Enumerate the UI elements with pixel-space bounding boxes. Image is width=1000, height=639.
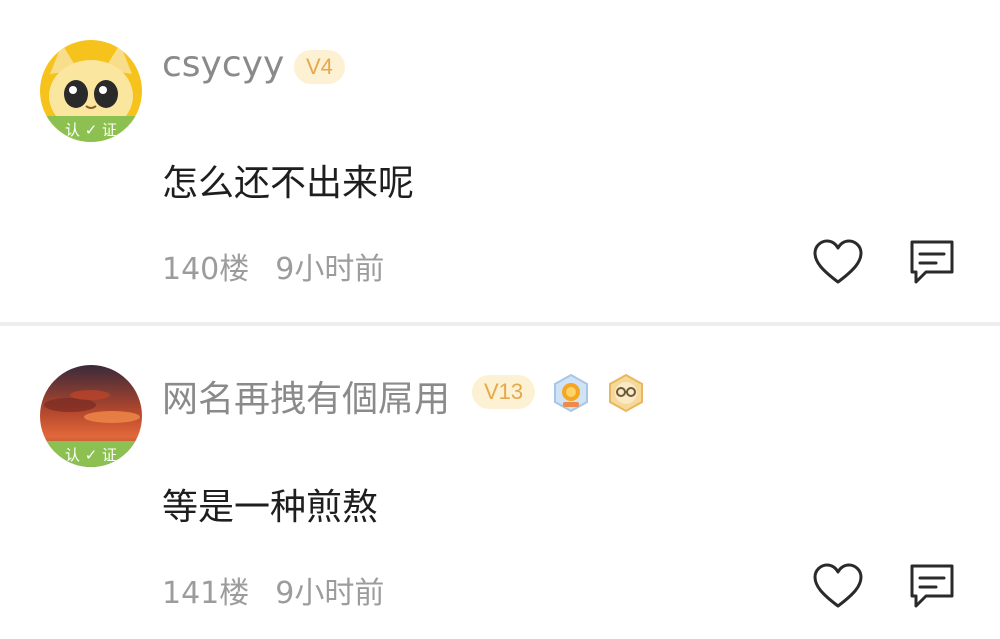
comment-icon [910, 564, 954, 608]
svg-text:认 ✓ 证: 认 ✓ 证 [65, 121, 117, 139]
comment-meta: 140楼 9小时前 [162, 244, 384, 288]
comment-text: 等是一种煎熬 [162, 487, 379, 528]
username[interactable]: csycyy [162, 44, 284, 85]
comment-item: 认 ✓ 证 csycyy V4 怎么还不出来呢 140楼 9小时前 [0, 0, 1000, 322]
svg-text:认 ✓ 证: 认 ✓ 证 [65, 446, 117, 464]
comment-item: 认 ✓ 证 网名再拽有個屌用 V13 等是一种煎熬 141楼 9小时前 [0, 326, 1000, 639]
avatar[interactable]: 认 ✓ 证 [40, 365, 142, 467]
medal-icon[interactable] [606, 373, 646, 413]
reply-button[interactable] [906, 238, 958, 286]
comment-text: 怎么还不出来呢 [162, 163, 415, 204]
like-button[interactable] [812, 562, 864, 610]
level-badge: V13 [472, 375, 536, 409]
username[interactable]: 网名再拽有個屌用 [162, 370, 450, 422]
like-button[interactable] [812, 238, 864, 286]
floor-number: 140楼 [162, 252, 250, 287]
comment-meta: 141楼 9小时前 [162, 568, 384, 612]
timestamp: 9小时前 [275, 576, 385, 611]
comment-icon [910, 240, 954, 284]
floor-number: 141楼 [162, 576, 250, 611]
reply-button[interactable] [906, 562, 958, 610]
heart-icon [813, 239, 863, 284]
medal-icon[interactable] [551, 373, 591, 413]
avatar[interactable]: 认 ✓ 证 [40, 40, 142, 142]
comment-feed: 认 ✓ 证 csycyy V4 怎么还不出来呢 140楼 9小时前 认 ✓ 证 … [0, 0, 1000, 639]
timestamp: 9小时前 [275, 252, 385, 287]
level-badge: V4 [294, 50, 345, 84]
heart-icon [813, 563, 863, 608]
